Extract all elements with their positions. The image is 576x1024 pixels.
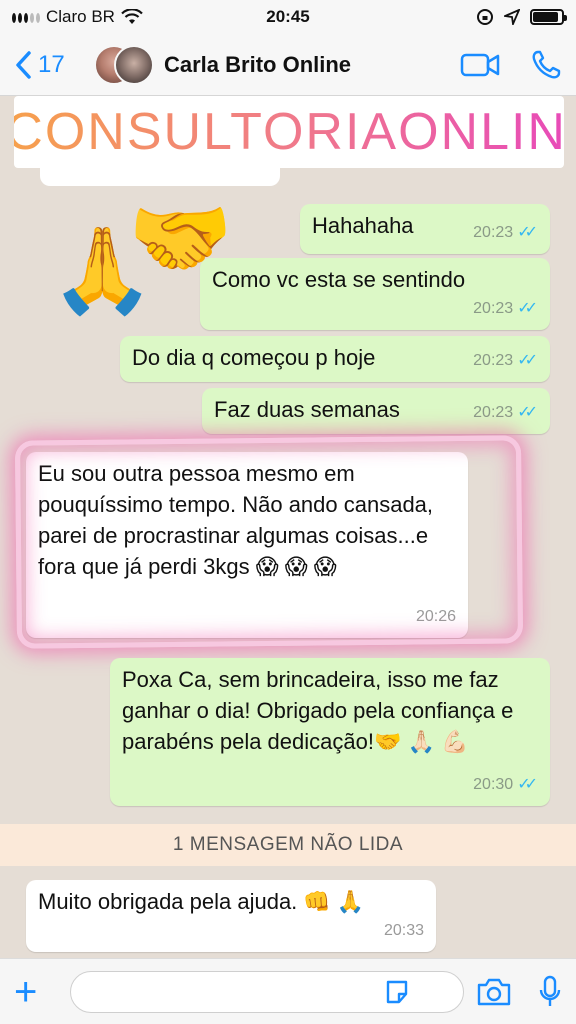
battery-icon <box>530 9 567 25</box>
plus-icon[interactable]: + <box>14 972 58 1012</box>
message-meta: 20:30 ✓✓ <box>473 769 538 800</box>
camera-icon[interactable] <box>476 977 512 1007</box>
message-meta: 20:23 ✓✓ <box>473 217 538 248</box>
read-ticks-icon: ✓✓ <box>517 300 538 317</box>
message-text: Como vc esta se sentindo <box>212 267 466 292</box>
message-meta: 20:23 ✓✓ <box>473 397 538 428</box>
message-time: 20:33 <box>383 922 424 939</box>
read-ticks-icon: ✓✓ <box>517 224 538 241</box>
message-bubble[interactable]: Muito obrigada pela ajuda. 👊 🙏 20:33 <box>26 880 436 952</box>
read-ticks-icon: ✓✓ <box>517 776 538 793</box>
back-chevron-icon <box>16 50 31 79</box>
header-actions <box>460 49 562 81</box>
message-text: Poxa Ca, sem brincadeira, isso me faz ga… <box>122 667 514 754</box>
message-bubble[interactable]: Hahahaha 20:23 ✓✓ <box>300 204 550 254</box>
sticker-icon[interactable] <box>384 979 410 1005</box>
status-bar: Claro BR 20:45 <box>0 0 576 34</box>
microphone-icon[interactable] <box>538 975 562 1009</box>
message-bubble[interactable]: Poxa Ca, sem brincadeira, isso me faz ga… <box>110 658 550 806</box>
message-time: 20:23 <box>473 300 514 317</box>
unread-messages-divider: 1 MENSAGEM NÃO LIDA <box>0 824 576 866</box>
message-text: Hahahaha <box>312 213 414 238</box>
phone-icon[interactable] <box>530 49 562 81</box>
rotation-lock-icon <box>477 9 493 25</box>
read-ticks-icon: ✓✓ <box>517 404 538 421</box>
contact-name[interactable]: Carla Brito Online <box>164 52 460 78</box>
status-right <box>476 8 567 26</box>
back-button[interactable]: 17 <box>14 50 94 80</box>
chat-header: 17 Carla Brito Online <box>0 34 576 96</box>
contact-avatar[interactable] <box>94 42 154 88</box>
status-left: Claro BR <box>12 7 143 27</box>
message-meta: 20:23 ✓✓ <box>473 293 538 324</box>
message-text: Eu sou outra pessoa mesmo em pouquíssimo… <box>38 461 434 579</box>
read-ticks-icon: ✓✓ <box>517 352 538 369</box>
promo-banner: #CONSULTORIAONLINE <box>0 96 576 168</box>
message-time: 20:30 <box>473 776 514 793</box>
video-call-icon[interactable] <box>460 52 500 78</box>
battery-fill <box>533 12 559 22</box>
message-text: Muito obrigada pela ajuda. 👊 🙏 <box>38 889 365 914</box>
message-meta: 20:33 <box>384 915 424 946</box>
message-time: 20:26 <box>415 608 456 625</box>
message-time: 20:23 <box>473 352 514 369</box>
carrier-label: Claro BR <box>46 7 115 26</box>
previous-message-fragment <box>40 168 280 186</box>
message-time: 20:23 <box>473 404 514 421</box>
message-bubble[interactable]: Eu sou outra pessoa mesmo em pouquíssimo… <box>26 452 468 638</box>
message-bubble[interactable]: Faz duas semanas 20:23 ✓✓ <box>202 388 550 434</box>
composer-bar: + <box>0 958 576 1024</box>
signal-icon <box>12 11 40 23</box>
message-meta: 20:23 ✓✓ <box>473 345 538 376</box>
message-bubble[interactable]: Do dia q começou p hoje 20:23 ✓✓ <box>120 336 550 382</box>
message-text: Do dia q começou p hoje <box>132 345 376 370</box>
message-text: Faz duas semanas <box>214 397 400 422</box>
message-meta: 20:26 <box>416 601 456 632</box>
wifi-icon <box>121 9 143 24</box>
unread-count: 17 <box>38 50 65 78</box>
composer-actions <box>476 975 562 1009</box>
message-time: 20:23 <box>473 224 514 241</box>
message-bubble[interactable]: Como vc esta se sentindo 20:23 ✓✓ <box>200 258 550 330</box>
avatar-photo-2 <box>114 44 154 85</box>
location-arrow-icon <box>504 9 520 25</box>
